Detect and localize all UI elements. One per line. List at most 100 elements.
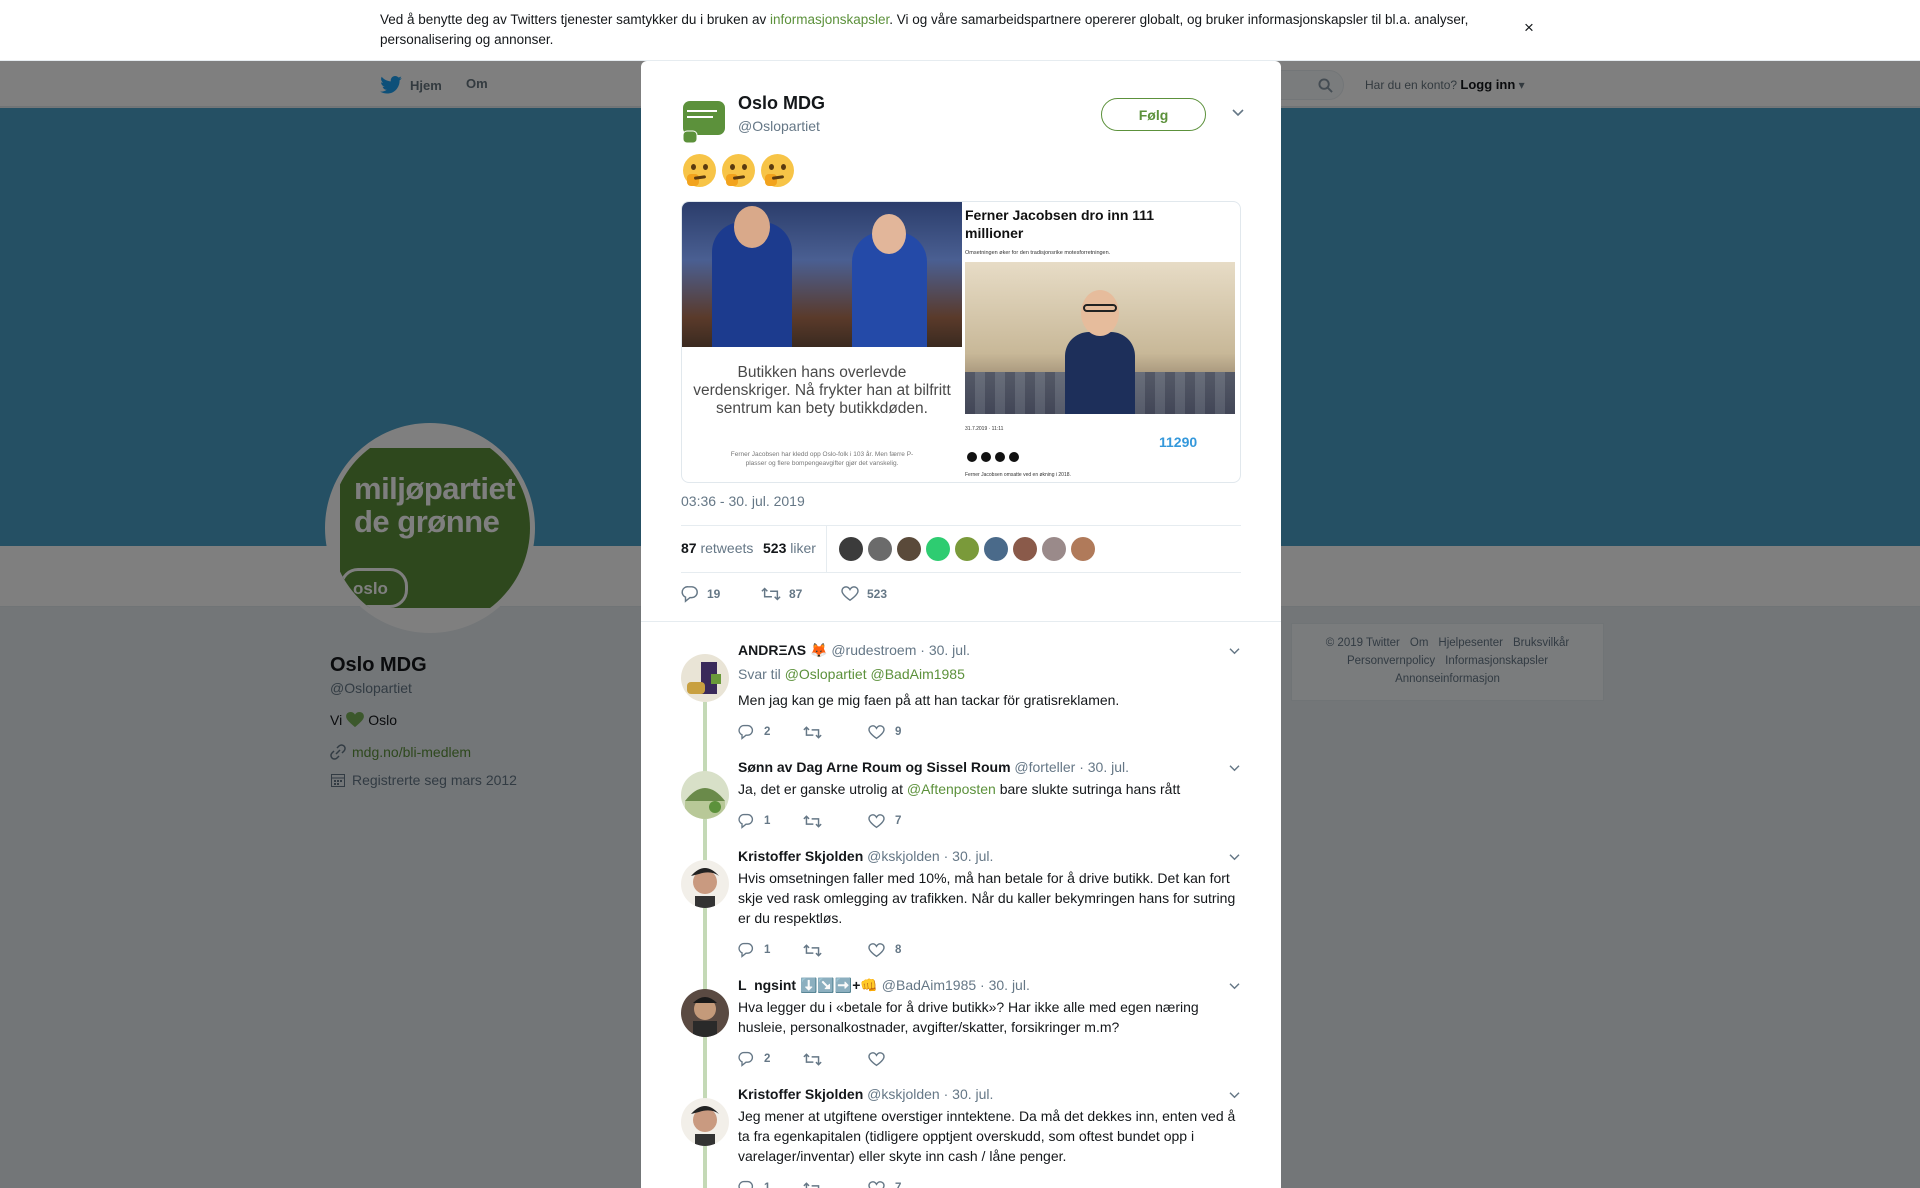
like-action[interactable]: 9 bbox=[868, 724, 933, 740]
heart-icon[interactable] bbox=[868, 942, 885, 958]
reply-to-mention[interactable]: @Oslopartiet bbox=[785, 666, 867, 682]
reply-icon[interactable] bbox=[681, 585, 699, 603]
reply-author-handle[interactable]: @BadAim1985 bbox=[882, 977, 976, 993]
reply-icon[interactable] bbox=[738, 1051, 754, 1067]
reply-count: 2 bbox=[764, 1053, 771, 1065]
heart-icon[interactable] bbox=[868, 1180, 885, 1188]
cookie-close-button[interactable]: × bbox=[1524, 18, 1534, 38]
heart-icon[interactable] bbox=[841, 586, 859, 602]
retweet-action[interactable] bbox=[803, 942, 868, 958]
chevron-down-icon[interactable] bbox=[1228, 763, 1241, 772]
reply-author-name[interactable]: Kristoffer Skjolden bbox=[738, 848, 863, 864]
reply-avatar[interactable] bbox=[681, 860, 729, 908]
reply-icon[interactable] bbox=[738, 813, 754, 829]
reply-author-handle[interactable]: @kskjolden bbox=[867, 848, 940, 864]
retweet-action[interactable] bbox=[803, 1180, 868, 1188]
reply-author-handle[interactable]: @rudestroem bbox=[831, 642, 916, 658]
reply-author-handle[interactable]: @forteller bbox=[1014, 759, 1075, 775]
liker-avatar[interactable] bbox=[897, 537, 921, 561]
liker-avatar[interactable] bbox=[839, 537, 863, 561]
reply-action[interactable]: 1 bbox=[738, 942, 803, 958]
retweet-action[interactable]: 87 bbox=[761, 585, 841, 603]
retweet-icon[interactable] bbox=[761, 586, 781, 602]
reply-mention[interactable]: @Aftenposten bbox=[907, 781, 996, 797]
reply-author-handle[interactable]: @kskjolden bbox=[867, 1086, 940, 1102]
liker-avatar[interactable] bbox=[984, 537, 1008, 561]
author-handle[interactable]: @Oslopartiet bbox=[738, 118, 820, 134]
retweet-action[interactable] bbox=[803, 724, 868, 740]
reply-avatar[interactable] bbox=[681, 771, 729, 819]
reply-action[interactable]: 2 bbox=[738, 724, 803, 740]
liker-avatar[interactable] bbox=[868, 537, 892, 561]
author-avatar[interactable] bbox=[681, 99, 727, 145]
reply-author-name[interactable]: ANDRΞΛS 🦊 bbox=[738, 642, 827, 658]
heart-icon[interactable] bbox=[868, 813, 885, 829]
media-image-right[interactable]: Ferner Jacobsen dro inn 111 millioner Om… bbox=[965, 202, 1240, 482]
tweet-timestamp[interactable]: 03:36 - 30. jul. 2019 bbox=[681, 493, 805, 509]
reply-date[interactable]: · 30. jul. bbox=[980, 977, 1030, 993]
modal-close-button[interactable]: × bbox=[1874, 10, 1890, 38]
reply-to-mention[interactable]: @BadAim1985 bbox=[871, 666, 965, 682]
reply-author-name[interactable]: L⁠ ⁠ ngsint ⬇️↘️➡️+👊 bbox=[738, 977, 878, 993]
reply-avatar[interactable] bbox=[681, 989, 729, 1037]
reply-icon[interactable] bbox=[738, 724, 754, 740]
like-action[interactable] bbox=[868, 1051, 933, 1067]
retweet-action[interactable] bbox=[803, 813, 868, 829]
author-name[interactable]: Oslo MDG bbox=[738, 93, 825, 114]
reply-icon[interactable] bbox=[738, 942, 754, 958]
reply-date[interactable]: · 30. jul. bbox=[920, 642, 970, 658]
liker-avatar[interactable] bbox=[1071, 537, 1095, 561]
reply-tweet[interactable]: Sønn av Dag Arne Roum og Sissel Roum @fo… bbox=[681, 759, 1251, 849]
chevron-down-icon[interactable] bbox=[1228, 1090, 1241, 1099]
reply-tweet[interactable]: Kristoffer Skjolden @kskjolden · 30. jul… bbox=[681, 1086, 1251, 1188]
heart-icon[interactable] bbox=[868, 724, 885, 740]
chevron-down-icon[interactable] bbox=[1228, 646, 1241, 655]
retweet-icon[interactable] bbox=[803, 1181, 822, 1188]
like-count-stat[interactable]: 523 liker bbox=[763, 540, 816, 556]
media-right-meta: 31.7.2019 · 11:11 bbox=[965, 426, 1004, 432]
like-action[interactable]: 7 bbox=[868, 813, 933, 829]
reply-tweet[interactable]: ANDRΞΛS 🦊 @rudestroem · 30. jul. Svar ti… bbox=[681, 642, 1251, 772]
like-action[interactable]: 523 bbox=[841, 585, 921, 603]
reply-icon[interactable] bbox=[738, 1180, 754, 1188]
reply-text: Ja, det er ganske utrolig at @Aftenposte… bbox=[738, 779, 1243, 799]
media-image-left[interactable]: Butikken hans overlevde verdenskriger. N… bbox=[682, 202, 962, 482]
reply-action[interactable]: 19 bbox=[681, 585, 761, 603]
liker-avatar[interactable] bbox=[926, 537, 950, 561]
like-count: 523 bbox=[763, 540, 787, 556]
liker-avatars[interactable] bbox=[839, 537, 1095, 561]
retweet-count-stat[interactable]: 87 retweets bbox=[681, 540, 753, 556]
portrait-photo bbox=[965, 262, 1235, 414]
chevron-down-icon[interactable] bbox=[1228, 852, 1241, 861]
chevron-down-icon[interactable] bbox=[1231, 107, 1245, 117]
reply-action[interactable]: 1 bbox=[738, 1180, 803, 1188]
reply-tweet[interactable]: L⁠ ⁠ ngsint ⬇️↘️➡️+👊 @BadAim1985 · 30. j… bbox=[681, 977, 1251, 1087]
reply-action[interactable]: 1 bbox=[738, 813, 803, 829]
follow-button[interactable]: Følg bbox=[1101, 98, 1206, 131]
liker-avatar[interactable] bbox=[955, 537, 979, 561]
reply-avatar[interactable] bbox=[681, 1098, 729, 1146]
reply-tweet[interactable]: Kristoffer Skjolden @kskjolden · 30. jul… bbox=[681, 848, 1251, 978]
reply-date[interactable]: · 30. jul. bbox=[944, 1086, 994, 1102]
retweet-icon[interactable] bbox=[803, 814, 822, 829]
reply-header: Sønn av Dag Arne Roum og Sissel Roum @fo… bbox=[738, 759, 1129, 775]
reply-action[interactable]: 2 bbox=[738, 1051, 803, 1067]
reply-avatar[interactable] bbox=[681, 654, 729, 702]
reply-date[interactable]: · 30. jul. bbox=[1079, 759, 1129, 775]
heart-icon[interactable] bbox=[868, 1051, 885, 1067]
retweet-icon[interactable] bbox=[803, 1052, 822, 1067]
retweet-action[interactable] bbox=[803, 1051, 868, 1067]
cookie-info-link[interactable]: informasjonskapsler bbox=[770, 12, 889, 27]
liker-avatar[interactable] bbox=[1042, 537, 1066, 561]
chevron-down-icon[interactable] bbox=[1228, 981, 1241, 990]
like-action[interactable]: 7 bbox=[868, 1180, 933, 1188]
like-action[interactable]: 8 bbox=[868, 942, 933, 958]
retweet-icon[interactable] bbox=[803, 943, 822, 958]
reply-author-name[interactable]: Sønn av Dag Arne Roum og Sissel Roum bbox=[738, 759, 1011, 775]
reply-author-name[interactable]: Kristoffer Skjolden bbox=[738, 1086, 863, 1102]
tweet-media[interactable]: Butikken hans overlevde verdenskriger. N… bbox=[681, 201, 1241, 483]
retweet-icon[interactable] bbox=[803, 725, 822, 740]
thinking-face-icon bbox=[683, 154, 716, 187]
reply-date[interactable]: · 30. jul. bbox=[944, 848, 994, 864]
liker-avatar[interactable] bbox=[1013, 537, 1037, 561]
